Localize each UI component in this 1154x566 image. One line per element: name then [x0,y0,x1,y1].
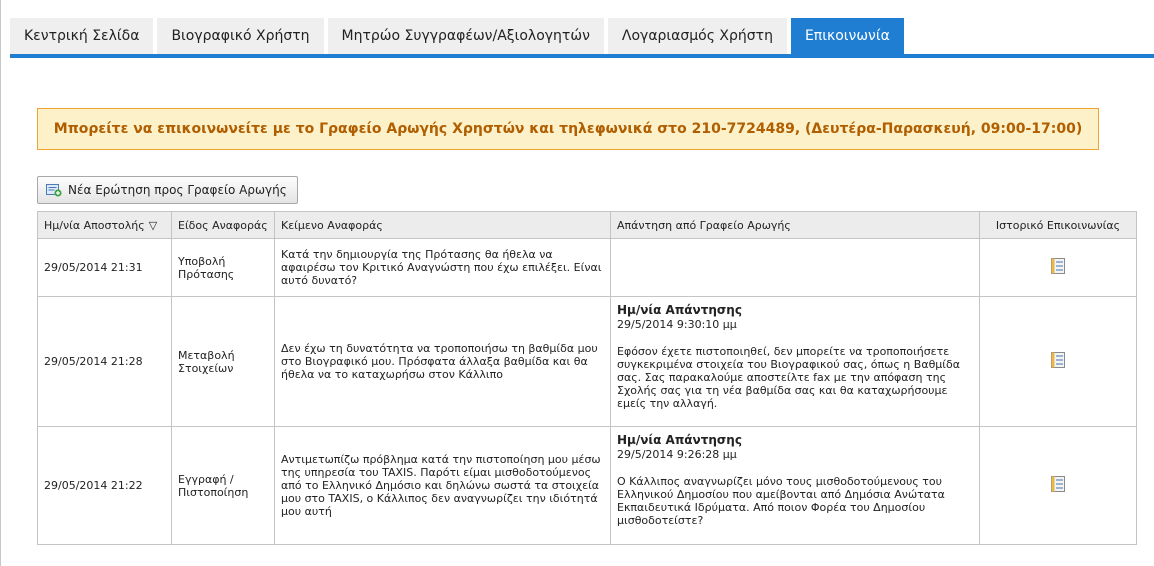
tab-underline [10,54,1154,58]
tab-authors-registry[interactable]: Μητρώο Συγγραφέων/Αξιολογητών [327,18,604,54]
column-header-history: Ιστορικό Επικοινωνίας [979,211,1137,239]
tab-user-account[interactable]: Λογαριασμός Χρήστη [607,18,787,54]
cell-text: Κατά την δημιουργία της Πρότασης θα ήθελ… [274,238,611,297]
main-tabs: Κεντρική Σελίδα Βιογραφικό Χρήστη Μητρώο… [10,18,904,54]
cell-type: Εγγραφή / Πιστοποίηση [171,426,275,545]
column-header-answer: Απάντηση από Γραφείο Αρωγής [610,211,980,239]
answer-text: Εφόσον έχετε πιστοποιηθεί, δεν μπορείτε … [617,345,961,410]
cell-date: 29/05/2014 21:28 [37,296,172,427]
table-header-row: Ημ/νία Αποστολής ▽ Είδος Αναφοράς Κείμεν… [37,211,1137,239]
cell-answer: Ημ/νία Απάντησης 29/5/2014 9:30:10 μμ Εφ… [610,296,980,427]
table-row: 29/05/2014 21:22 Εγγραφή / Πιστοποίηση Α… [37,426,1137,545]
new-question-label: Νέα Ερώτηση προς Γραφείο Αρωγής [68,183,287,197]
answer-date-value: 29/5/2014 9:26:28 μμ [617,448,737,461]
table-row: 29/05/2014 21:31 Υποβολή Πρότασης Κατά τ… [37,238,1137,297]
column-header-type: Είδος Αναφοράς [171,211,275,239]
table-row: 29/05/2014 21:28 Μεταβολή Στοιχείων Δεν … [37,296,1137,427]
new-question-button[interactable]: Νέα Ερώτηση προς Γραφείο Αρωγής [37,176,298,204]
answer-date-value: 29/5/2014 9:30:10 μμ [617,318,737,331]
tab-contact[interactable]: Επικοινωνία [790,18,904,54]
tab-user-cv[interactable]: Βιογραφικό Χρήστη [157,18,324,54]
cell-type: Μεταβολή Στοιχείων [171,296,275,427]
requests-table: Ημ/νία Αποστολής ▽ Είδος Αναφοράς Κείμεν… [37,211,1137,545]
column-header-text: Κείμενο Αναφοράς [274,211,611,239]
cell-text: Αντιμετωπίζω πρόβλημα κατά την πιστοποίη… [274,426,611,545]
answer-text: Ο Κάλλιπος αναγνωρίζει μόνο τους μισθοδο… [617,475,945,527]
cell-text: Δεν έχω τη δυνατότητα να τροποποιήσω τη … [274,296,611,427]
new-message-icon [46,183,62,197]
cell-history [979,296,1137,427]
answer-date-title: Ημ/νία Απάντησης [617,303,742,317]
history-report-icon[interactable] [1051,476,1065,492]
history-report-icon[interactable] [1051,258,1065,274]
cell-type: Υποβολή Πρότασης [171,238,275,297]
page-left-border [0,0,1,566]
cell-answer: Ημ/νία Απάντησης 29/5/2014 9:26:28 μμ Ο … [610,426,980,545]
tab-home[interactable]: Κεντρική Σελίδα [10,18,154,54]
column-header-date-label: Ημ/νία Αποστολής [44,218,145,232]
helpdesk-notice: Μπορείτε να επικοινωνείτε με το Γραφείο … [37,108,1099,150]
cell-history [979,426,1137,545]
column-header-date[interactable]: Ημ/νία Αποστολής ▽ [37,211,172,239]
sort-descending-icon[interactable]: ▽ [149,219,157,232]
cell-history [979,238,1137,297]
cell-date: 29/05/2014 21:22 [37,426,172,545]
answer-date-title: Ημ/νία Απάντησης [617,433,742,447]
history-report-icon[interactable] [1051,352,1065,368]
cell-answer [610,238,980,297]
cell-date: 29/05/2014 21:31 [37,238,172,297]
